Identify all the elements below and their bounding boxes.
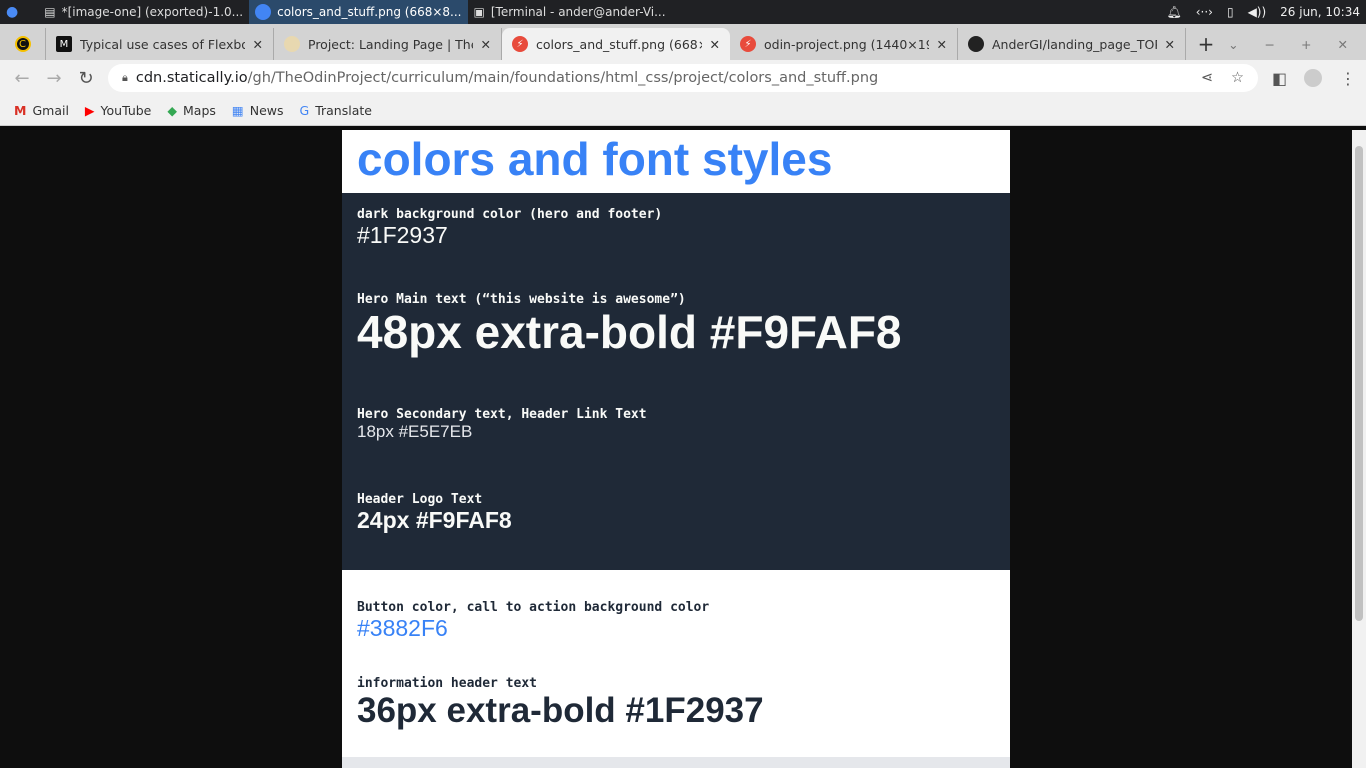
m-logo-icon: M	[56, 36, 72, 52]
minimize-icon[interactable]: −	[1265, 37, 1275, 52]
scrollbar-thumb[interactable]	[1355, 146, 1363, 621]
statically-icon: ⚡	[740, 36, 756, 52]
back-button[interactable]: ←	[6, 68, 38, 89]
tab-active[interactable]: ⚡ colors_and_stuff.png (668×8 ✕	[502, 28, 730, 60]
spec-item: information header text 36px extra-bold #…	[357, 676, 764, 730]
statically-icon: ⚡	[512, 36, 528, 52]
github-icon	[968, 36, 984, 52]
spec-item: dark background color (hero and footer) #…	[357, 207, 663, 248]
bookmark-youtube[interactable]: ▶ YouTube	[85, 103, 151, 118]
taskbar-item[interactable]: ▤ *[image-one] (exported)-1.0...	[38, 0, 249, 24]
bookmark-gmail[interactable]: M Gmail	[14, 103, 69, 118]
c-logo-icon: C	[14, 36, 31, 52]
taskbar-item[interactable]: ▣ [Terminal - ander@ander-Vi...	[468, 0, 672, 24]
close-icon[interactable]: ✕	[253, 37, 263, 52]
taskbar-item-active[interactable]: colors_and_stuff.png (668×8...	[249, 0, 468, 24]
menu-icon[interactable]: ⋮	[1340, 69, 1356, 88]
lock-icon: 🔒︎	[122, 71, 128, 84]
odin-icon	[284, 36, 300, 52]
bookmark-translate[interactable]: G Translate	[300, 103, 372, 118]
maps-icon: ◆	[167, 103, 178, 118]
news-icon: ▦	[231, 103, 244, 118]
dark-section: dark background color (hero and footer) #…	[342, 193, 1010, 570]
battery-icon[interactable]: ▯	[1227, 5, 1234, 19]
bookmark-maps[interactable]: ◆ Maps	[167, 103, 216, 118]
scrollbar[interactable]	[1352, 130, 1366, 768]
tab[interactable]: M Typical use cases of Flexbox ✕	[46, 28, 274, 60]
spec-item: Hero Secondary text, Header Link Text 18p…	[357, 407, 647, 441]
profile-avatar[interactable]	[1304, 69, 1322, 87]
spec-item: Header Logo Text 24px #F9FAF8	[357, 492, 512, 533]
spec-item: Hero Main text (“this website is awesome…	[357, 292, 902, 358]
close-icon[interactable]: ✕	[710, 37, 720, 52]
close-icon[interactable]: ✕	[1165, 37, 1175, 52]
page-title: colors and font styles	[357, 133, 833, 185]
image-content: colors and font styles dark background c…	[342, 130, 1010, 768]
close-window-icon[interactable]: ✕	[1338, 37, 1348, 52]
tab[interactable]: Project: Landing Page | The ✕	[274, 28, 502, 60]
light-section: Button color, call to action background …	[342, 570, 1010, 757]
image-icon: ▤	[44, 5, 56, 19]
reload-button[interactable]: ↻	[70, 68, 102, 89]
taskbar: ● ▤ *[image-one] (exported)-1.0... colors…	[0, 0, 1366, 24]
maximize-icon[interactable]: +	[1301, 37, 1311, 52]
bookmark-news[interactable]: ▦ News	[232, 103, 284, 118]
tab[interactable]: AnderGI/landing_page_TOP ✕	[958, 28, 1186, 60]
tab-search-icon[interactable]: ⌄	[1228, 37, 1238, 52]
address-bar[interactable]: 🔒︎ cdn.statically.io/gh/TheOdinProject/c…	[108, 64, 1258, 92]
bookmark-star-icon[interactable]: ☆	[1231, 70, 1244, 86]
side-panel-icon[interactable]: ◧	[1272, 69, 1287, 88]
start-menu-icon[interactable]: ●	[0, 0, 24, 24]
clock[interactable]: 26 jun, 10:34	[1280, 5, 1360, 19]
toolbar: ← → ↻ 🔒︎ cdn.statically.io/gh/TheOdinPro…	[0, 60, 1366, 96]
window-controls: ⌄ − + ✕	[1228, 28, 1366, 60]
pinned-tab[interactable]: C	[0, 28, 46, 60]
share-icon[interactable]: ⋖	[1201, 70, 1213, 86]
forward-button[interactable]: →	[38, 68, 70, 89]
volume-icon[interactable]: ◀))	[1248, 5, 1267, 19]
gmail-icon: M	[14, 103, 27, 118]
bell-icon[interactable]: 🔔︎	[1166, 5, 1181, 19]
youtube-icon: ▶	[84, 103, 95, 118]
close-icon[interactable]: ✕	[937, 37, 947, 52]
tab[interactable]: ⚡ odin-project.png (1440×191 ✕	[730, 28, 958, 60]
translate-icon: G	[299, 103, 310, 118]
close-icon[interactable]: ✕	[481, 37, 491, 52]
tab-strip: C M Typical use cases of Flexbox ✕ Project…	[0, 24, 1366, 60]
spec-item: Button color, call to action background …	[357, 600, 710, 641]
new-tab-button[interactable]: +	[1186, 28, 1226, 60]
system-tray: 🔔︎ ‹··› ▯ ◀)) 26 jun, 10:34	[1166, 0, 1360, 24]
terminal-icon: ▣	[473, 5, 485, 19]
bookmarks-bar: M Gmail ▶ YouTube ◆ Maps ▦ News G Translate	[0, 96, 1366, 126]
network-icon[interactable]: ‹··›	[1196, 5, 1213, 19]
chrome-icon	[255, 4, 272, 20]
